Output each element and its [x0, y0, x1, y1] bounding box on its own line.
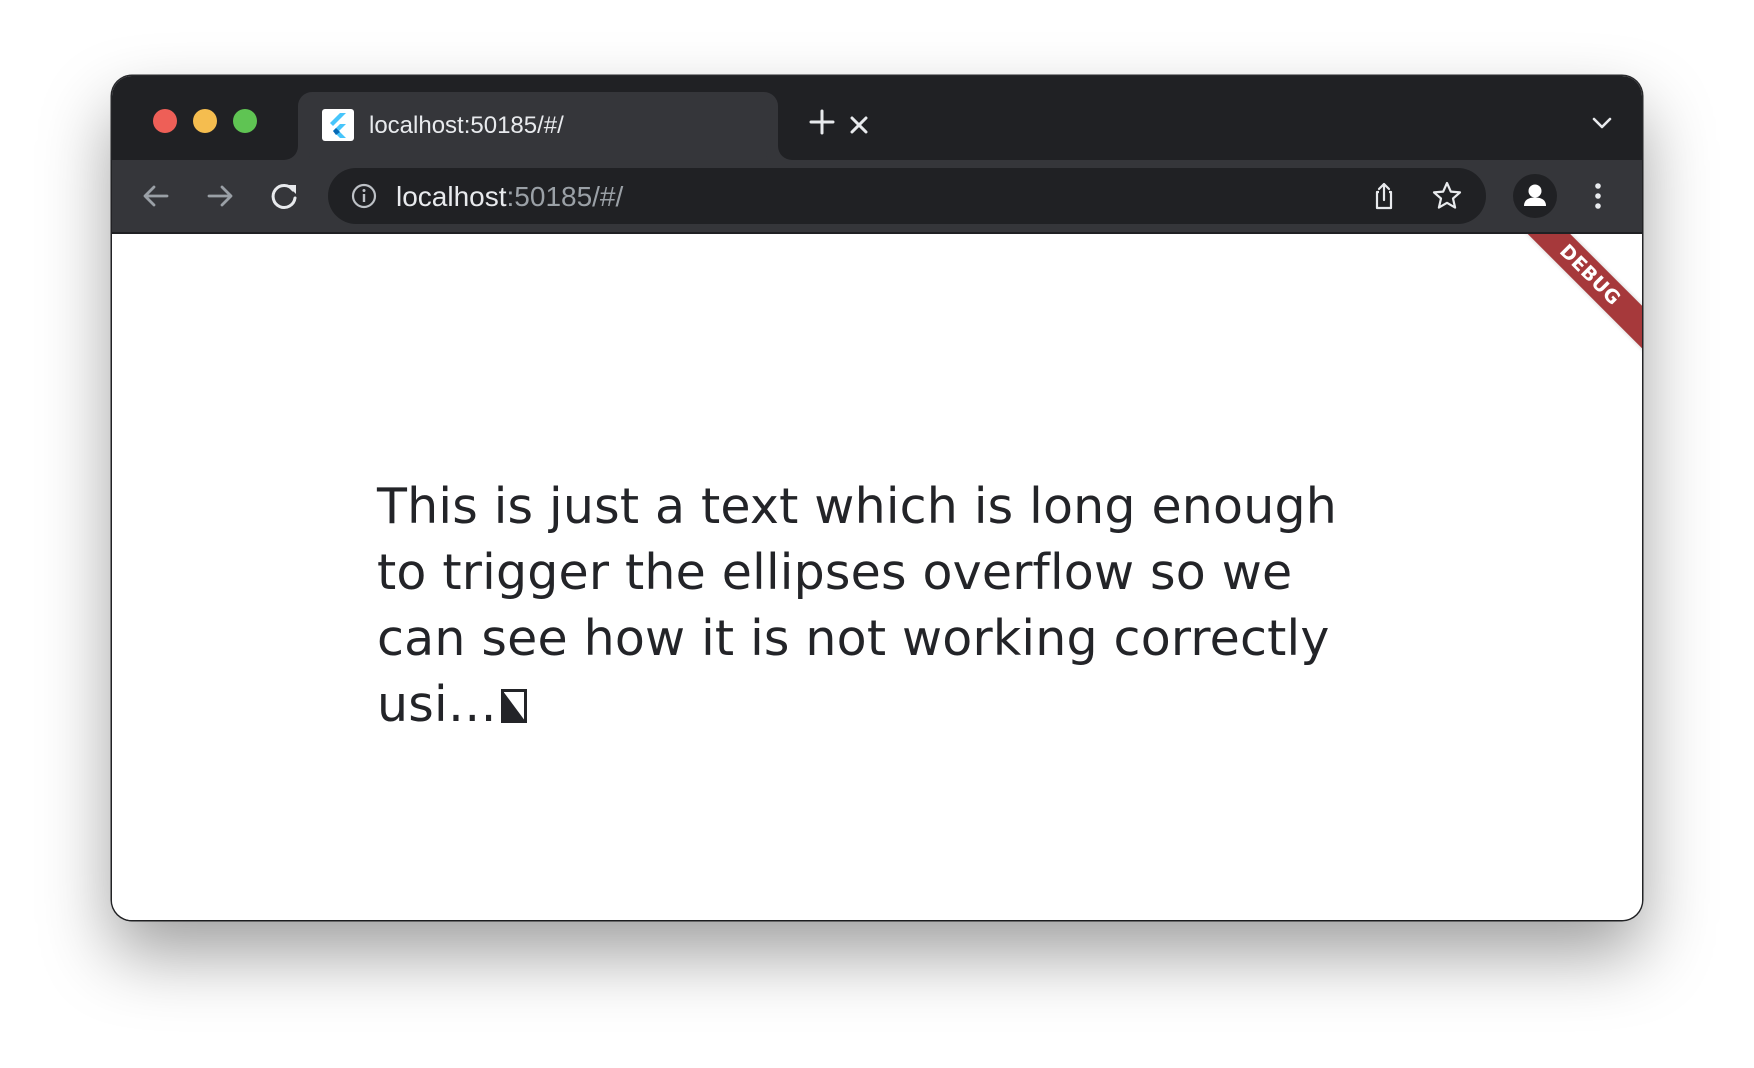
kebab-menu-icon[interactable] — [1578, 176, 1618, 216]
arrow-left-icon[interactable] — [136, 176, 176, 216]
plus-icon[interactable] — [802, 102, 842, 142]
tab-strip: localhost:50185/#/ — [112, 76, 1642, 160]
person-icon[interactable] — [1513, 174, 1557, 218]
page-content: This is just a text which is long enough… — [112, 234, 1642, 920]
browser-tab[interactable]: localhost:50185/#/ — [298, 92, 868, 160]
url-text[interactable]: localhost:50185/#/ — [396, 181, 623, 213]
browser-window: localhost:50185/#/ localhost:50185/#/ Th… — [112, 76, 1642, 920]
window-maximize-button[interactable] — [233, 109, 257, 133]
missing-glyph-icon — [501, 674, 527, 723]
close-icon[interactable] — [842, 108, 876, 142]
url-host: localhost — [396, 181, 507, 212]
tab-title: localhost:50185/#/ — [369, 112, 564, 139]
flutter-logo-icon — [322, 109, 354, 141]
chevron-down-icon[interactable] — [1585, 106, 1619, 140]
window-minimize-button[interactable] — [193, 109, 217, 133]
star-icon[interactable] — [1430, 179, 1464, 213]
reload-icon[interactable] — [264, 176, 304, 216]
browser-toolbar: localhost:50185/#/ — [112, 160, 1642, 234]
info-icon[interactable] — [350, 182, 378, 210]
screen: localhost:50185/#/ localhost:50185/#/ Th… — [0, 0, 1754, 1068]
window-close-button[interactable] — [153, 109, 177, 133]
debug-banner: DEBUG — [1508, 234, 1642, 357]
overflow-text: This is just a text which is long enough… — [377, 474, 1377, 738]
address-bar[interactable]: localhost:50185/#/ — [328, 168, 1486, 224]
arrow-right-icon[interactable] — [200, 176, 240, 216]
url-path: :50185/#/ — [506, 181, 624, 212]
share-icon[interactable] — [1367, 179, 1401, 213]
